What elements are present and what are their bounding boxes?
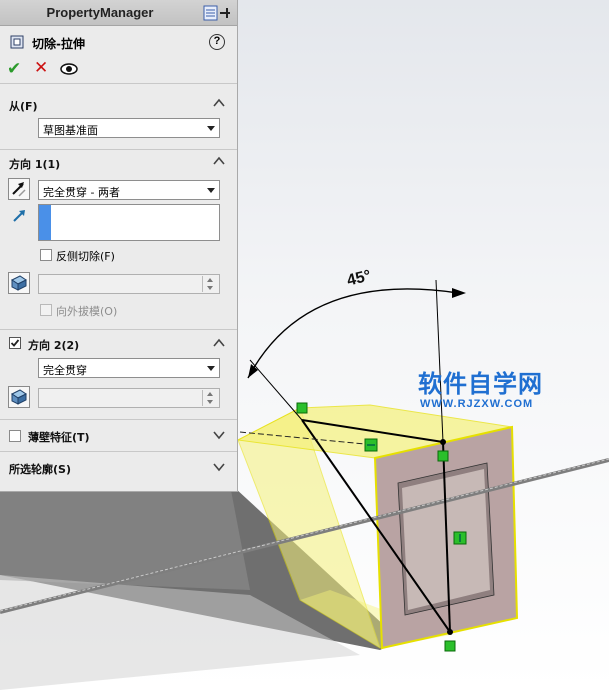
- selected-contours-header[interactable]: 所选轮廓(S): [0, 452, 237, 484]
- thin-feature-title: 薄壁特征(T): [28, 431, 90, 444]
- endpoint: [447, 629, 453, 635]
- draft-outward-label: 向外拔模(O): [56, 305, 118, 318]
- dim-arrow-left: [248, 364, 258, 378]
- direction1-section-header[interactable]: 方向 1(1): [0, 150, 237, 174]
- property-manager-panel: PropertyManager 切除-拉伸 ? ✔ ✕ 从(F) 草图基准面 方…: [0, 0, 238, 492]
- spin-down-icon[interactable]: [207, 400, 213, 404]
- chevron-up-icon[interactable]: [213, 156, 225, 165]
- chevron-up-icon[interactable]: [213, 98, 225, 107]
- draft-outward-checkbox[interactable]: [40, 304, 52, 316]
- endpoint: [440, 439, 446, 445]
- chevron-down-icon[interactable]: [213, 463, 225, 472]
- spin-up-icon[interactable]: [207, 392, 213, 396]
- watermark-title: 软件自学网: [418, 370, 543, 398]
- cancel-x-icon[interactable]: ✕: [34, 58, 48, 78]
- spin-down-icon[interactable]: [207, 286, 213, 290]
- flip-side-label: 反侧切除(F): [56, 250, 115, 263]
- direction-vector-icon: [13, 210, 25, 222]
- direction2-section: 方向 2(2) 完全贯穿: [0, 330, 237, 420]
- reverse-direction-icon[interactable]: [8, 178, 30, 200]
- chevron-down-icon: [207, 188, 215, 193]
- flip-side-checkbox[interactable]: [40, 249, 52, 261]
- direction2-end-condition-select[interactable]: 完全贯穿: [38, 358, 220, 378]
- action-row: ✔ ✕: [0, 56, 237, 84]
- dim-ext-line-left: [249, 359, 303, 421]
- from-start-condition-select[interactable]: 草图基准面: [38, 118, 220, 138]
- panel-header: PropertyManager: [0, 0, 237, 26]
- selected-contours-section: 所选轮廓(S): [0, 452, 237, 484]
- spin-up-icon[interactable]: [207, 278, 213, 282]
- ok-check-icon[interactable]: ✔: [7, 59, 21, 79]
- pin-icon[interactable]: [203, 4, 233, 22]
- thin-feature-header[interactable]: 薄壁特征(T): [0, 420, 237, 452]
- watermark: 软件自学网 WWW.RJZXW.COM: [418, 370, 568, 420]
- spin-buttons[interactable]: [202, 390, 218, 406]
- checkmark-icon: [10, 339, 20, 347]
- chevron-down-icon[interactable]: [213, 431, 225, 440]
- thin-feature-checkbox[interactable]: [9, 430, 21, 442]
- point-marker: [437, 450, 449, 462]
- panel-title: PropertyManager: [46, 5, 154, 20]
- direction2-checkbox[interactable]: [9, 337, 21, 349]
- thin-feature-section: 薄壁特征(T): [0, 420, 237, 452]
- chevron-down-icon: [207, 366, 215, 371]
- feature-title-row: 切除-拉伸 ?: [0, 26, 237, 56]
- point-marker: [444, 640, 456, 652]
- feature-title: 切除-拉伸: [32, 37, 85, 51]
- direction-selection-box[interactable]: [38, 204, 220, 241]
- direction1-section: 方向 1(1) 完全贯穿 - 两者 反侧切除(F) 向外拔模(O): [0, 150, 237, 330]
- direction2-draft-angle-input[interactable]: [38, 388, 220, 408]
- direction2-section-title: 方向 2(2): [28, 339, 80, 352]
- draft-icon[interactable]: [8, 272, 30, 294]
- selected-contours-title: 所选轮廓(S): [9, 463, 71, 476]
- point-marker: [296, 402, 308, 414]
- direction2-section-header[interactable]: 方向 2(2): [0, 330, 237, 356]
- base-plane-top: [0, 485, 250, 590]
- spin-buttons[interactable]: [202, 276, 218, 292]
- from-section-header[interactable]: 从(F): [0, 92, 237, 116]
- direction1-draft-angle-input[interactable]: [38, 274, 220, 294]
- from-section-title: 从(F): [9, 100, 38, 113]
- chevron-up-icon[interactable]: [213, 338, 225, 347]
- help-icon[interactable]: ?: [209, 34, 225, 50]
- direction1-section-title: 方向 1(1): [9, 158, 61, 171]
- extruded-cut-icon: [10, 35, 24, 49]
- selection-box-accent: [39, 205, 51, 240]
- chevron-down-icon: [207, 126, 215, 131]
- preview-eye-icon[interactable]: [60, 63, 78, 75]
- watermark-url: WWW.RJZXW.COM: [420, 398, 534, 410]
- from-section: 从(F) 草图基准面: [0, 92, 237, 150]
- draft-icon[interactable]: [8, 386, 30, 408]
- direction1-end-condition-select[interactable]: 完全贯穿 - 两者: [38, 180, 220, 200]
- dim-arrow-right: [452, 288, 466, 298]
- dim-arc: [247, 288, 459, 379]
